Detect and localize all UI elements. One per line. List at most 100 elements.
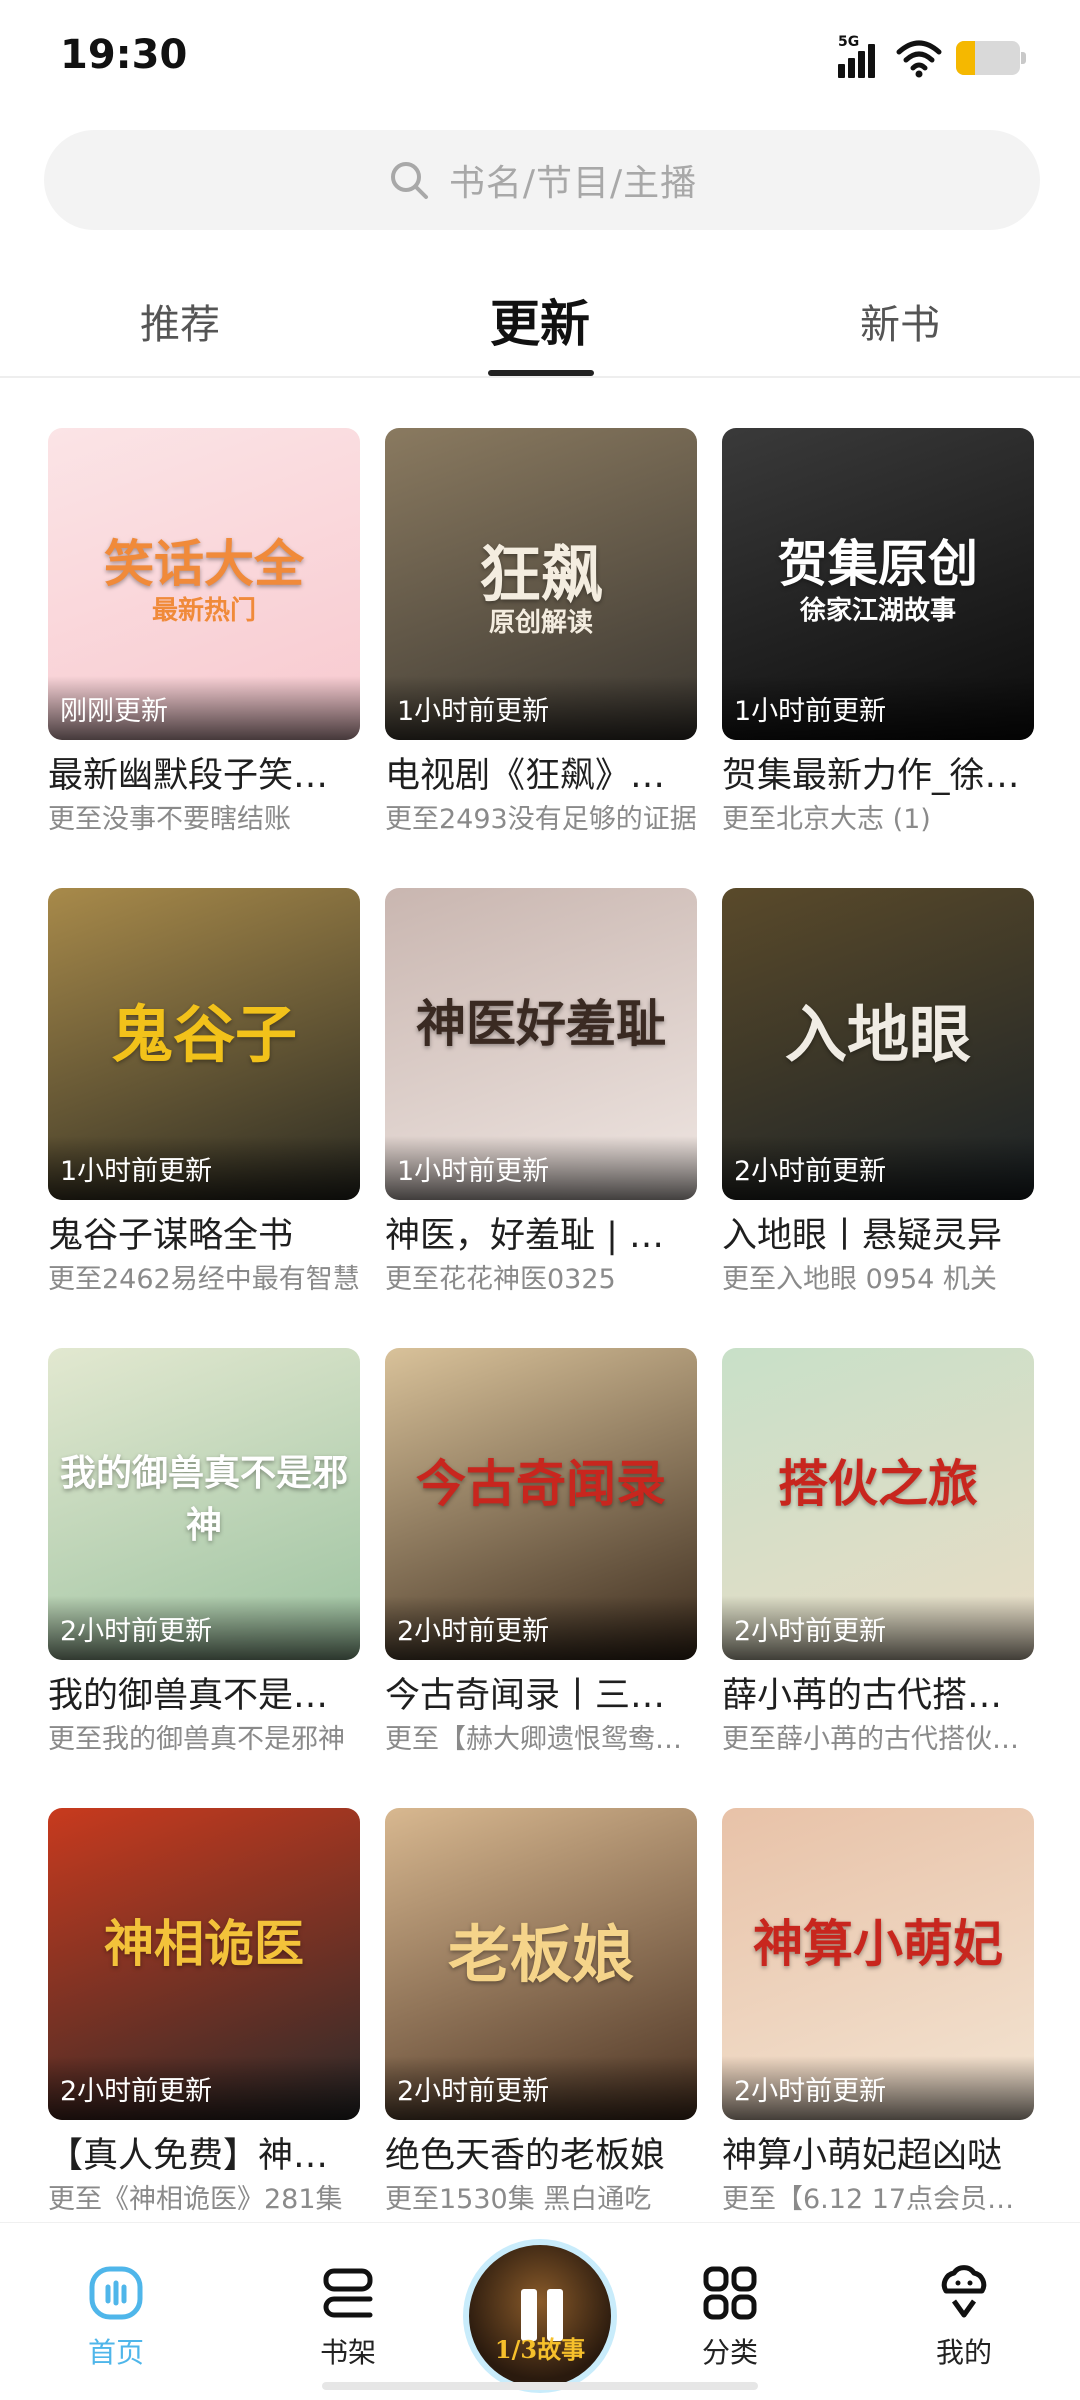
update-badge: 刚刚更新 [48, 676, 360, 740]
update-badge: 2小时前更新 [385, 2056, 697, 2120]
book-latest-episode: 更至薛小苒的古代搭伙之旅 [722, 1724, 1034, 1755]
book-cover[interactable]: 我的御兽真不是邪神 2小时前更新 [48, 1348, 360, 1660]
update-badge-label: 2小时前更新 [734, 1616, 887, 1647]
cover-title-text: 狂飙 [478, 538, 603, 611]
cover-title-text: 老板娘 [447, 1918, 634, 1991]
book-card[interactable]: 我的御兽真不是邪神 2小时前更新 我的御兽真不是邪神 更至我的御兽真不是邪神 [48, 1348, 360, 1770]
update-badge: 2小时前更新 [722, 1136, 1034, 1200]
book-title[interactable]: 我的御兽真不是邪神 [48, 1674, 360, 1718]
cover-title-text: 贺集原创 [778, 534, 978, 593]
update-badge: 2小时前更新 [385, 1596, 697, 1660]
book-title[interactable]: 薛小苒的古代搭伙之旅 [722, 1674, 1034, 1718]
nav-category[interactable]: 分类 [670, 2261, 790, 2371]
search-bar[interactable]: 书名/节目/主播 [44, 130, 1040, 230]
update-badge: 2小时前更新 [722, 1596, 1034, 1660]
book-latest-episode: 更至花花神医0325 [385, 1264, 616, 1295]
update-badge-label: 2小时前更新 [60, 1616, 213, 1647]
bottom-nav: 首页 书架 1/3故事 分类 我的 [0, 2222, 1080, 2400]
update-badge: 1小时前更新 [385, 676, 697, 740]
tab-new-books[interactable]: 新书 [800, 292, 1000, 350]
book-title[interactable]: 神医，好羞耻 | 都市 [385, 1214, 697, 1258]
book-latest-episode: 更至北京大志 (1) [722, 804, 931, 835]
update-badge-label: 刚刚更新 [60, 696, 168, 727]
book-card[interactable]: 老板娘 2小时前更新 绝色天香的老板娘 更至1530集 黑白通吃 [385, 1808, 697, 2230]
book-cover[interactable]: 老板娘 2小时前更新 [385, 1808, 697, 2120]
book-cover[interactable]: 笑话大全 最新热门 刚刚更新 [48, 428, 360, 740]
book-cover[interactable]: 今古奇闻录 2小时前更新 [385, 1348, 697, 1660]
cover-title-text: 今古奇闻录 [416, 1454, 666, 1513]
tab-updates[interactable]: 更新 [440, 284, 640, 356]
book-latest-episode: 更至2462易经中最有智慧 [48, 1264, 360, 1295]
nav-bookshelf[interactable]: 书架 [288, 2261, 408, 2371]
book-latest-episode: 更至1530集 黑白通吃 [385, 2184, 652, 2215]
nav-home-label: 首页 [87, 2336, 144, 2369]
category-icon [703, 2266, 757, 2320]
update-badge-label: 2小时前更新 [397, 1616, 550, 1647]
book-cover[interactable]: 入地眼 2小时前更新 [722, 888, 1034, 1200]
tab-recommend[interactable]: 推荐 [80, 292, 280, 350]
cover-title-text: 神算小萌妃 [753, 1914, 1003, 1973]
nav-profile-label: 我的 [935, 2336, 992, 2369]
update-badge: 1小时前更新 [722, 676, 1034, 740]
book-title[interactable]: 电视剧《狂飙》原创解读 [385, 754, 697, 798]
book-card[interactable]: 搭伙之旅 2小时前更新 薛小苒的古代搭伙之旅 更至薛小苒的古代搭伙之旅 [722, 1348, 1034, 1770]
book-card[interactable]: 神算小萌妃 2小时前更新 神算小萌妃超凶哒 更至【6.12 17点会员专享】 [722, 1808, 1034, 2230]
book-title[interactable]: 今古奇闻录丨三言二拍 [385, 1674, 697, 1718]
book-latest-episode: 更至《神相诡医》281集 [48, 2184, 343, 2215]
book-title[interactable]: 绝色天香的老板娘 [385, 2134, 697, 2178]
profile-icon [941, 2265, 987, 2318]
nav-category-label: 分类 [701, 2336, 758, 2369]
search-icon [390, 162, 428, 199]
book-title[interactable]: 鬼谷子谋略全书 [48, 1214, 360, 1258]
cover-title-text: 笑话大全 [104, 534, 304, 593]
book-cover[interactable]: 神医好羞耻 1小时前更新 [385, 888, 697, 1200]
book-title[interactable]: 神算小萌妃超凶哒 [722, 2134, 1034, 2178]
now-playing-button[interactable]: 1/3故事 [463, 2239, 617, 2393]
book-cover[interactable]: 神算小萌妃 2小时前更新 [722, 1808, 1034, 2120]
book-cover[interactable]: 鬼谷子 1小时前更新 [48, 888, 360, 1200]
book-cover[interactable]: 搭伙之旅 2小时前更新 [722, 1348, 1034, 1660]
update-badge-label: 2小时前更新 [734, 1156, 887, 1187]
book-latest-episode: 更至2493没有足够的证据 [385, 804, 697, 835]
book-title[interactable]: 【真人免费】神相诡医 [48, 2134, 360, 2178]
update-badge: 2小时前更新 [722, 2056, 1034, 2120]
status-bar: 19:30 5G [0, 0, 1080, 110]
book-card[interactable]: 贺集原创 徐家江湖故事 1小时前更新 贺集最新力作_徐家江湖故事 更至北京大志 … [722, 428, 1034, 850]
book-card[interactable]: 入地眼 2小时前更新 入地眼丨悬疑灵异 更至入地眼 0954 机关 [722, 888, 1034, 1310]
update-badge-label: 1小时前更新 [397, 1156, 550, 1187]
wifi-icon [896, 40, 942, 78]
book-title[interactable]: 最新幽默段子笑话大全 [48, 754, 360, 798]
cover-title-text: 入地眼 [784, 998, 971, 1071]
book-grid: 笑话大全 最新热门 刚刚更新 最新幽默段子笑话大全 更至没事不要瞎结账 狂飙 原… [48, 428, 1034, 2230]
update-badge-label: 2小时前更新 [397, 2076, 550, 2107]
book-title[interactable]: 贺集最新力作_徐家江湖故事 [722, 754, 1034, 798]
book-card[interactable]: 神医好羞耻 1小时前更新 神医，好羞耻 | 都市 更至花花神医0325 [385, 888, 697, 1310]
book-card[interactable]: 神相诡医 2小时前更新 【真人免费】神相诡医 更至《神相诡医》281集 [48, 1808, 360, 2230]
cover-subtitle-text: 徐家江湖故事 [799, 596, 956, 626]
book-latest-episode: 更至【赫大卿遗恨鸳鸯绦】 [385, 1724, 697, 1755]
book-cover[interactable]: 神相诡医 2小时前更新 [48, 1808, 360, 2120]
book-latest-episode: 更至我的御兽真不是邪神 [48, 1724, 345, 1755]
cover-title-text: 搭伙之旅 [778, 1454, 978, 1513]
update-badge: 2小时前更新 [48, 2056, 360, 2120]
book-cover[interactable]: 贺集原创 徐家江湖故事 1小时前更新 [722, 428, 1034, 740]
book-latest-episode: 更至入地眼 0954 机关 [722, 1264, 997, 1295]
update-badge-label: 1小时前更新 [60, 1156, 213, 1187]
book-card[interactable]: 今古奇闻录 2小时前更新 今古奇闻录丨三言二拍 更至【赫大卿遗恨鸳鸯绦】 [385, 1348, 697, 1770]
update-badge-label: 1小时前更新 [397, 696, 550, 727]
book-card[interactable]: 鬼谷子 1小时前更新 鬼谷子谋略全书 更至2462易经中最有智慧 [48, 888, 360, 1310]
cover-title-text: 我的御兽真不是邪神 [59, 1452, 348, 1546]
signal-icon: 5G [838, 34, 882, 78]
book-cover[interactable]: 狂飙 原创解读 1小时前更新 [385, 428, 697, 740]
update-badge: 1小时前更新 [385, 1136, 697, 1200]
book-card[interactable]: 笑话大全 最新热门 刚刚更新 最新幽默段子笑话大全 更至没事不要瞎结账 [48, 428, 360, 850]
search-placeholder: 书名/节目/主播 [448, 163, 698, 204]
book-title[interactable]: 入地眼丨悬疑灵异 [722, 1214, 1034, 1258]
nav-home[interactable]: 首页 [56, 2261, 176, 2371]
book-card[interactable]: 狂飙 原创解读 1小时前更新 电视剧《狂飙》原创解读 更至2493没有足够的证据 [385, 428, 697, 850]
nav-bookshelf-label: 书架 [319, 2336, 376, 2369]
battery-icon [956, 41, 1026, 75]
nav-profile[interactable]: 我的 [904, 2261, 1024, 2371]
active-tab-indicator [488, 370, 594, 376]
update-badge: 1小时前更新 [48, 1136, 360, 1200]
